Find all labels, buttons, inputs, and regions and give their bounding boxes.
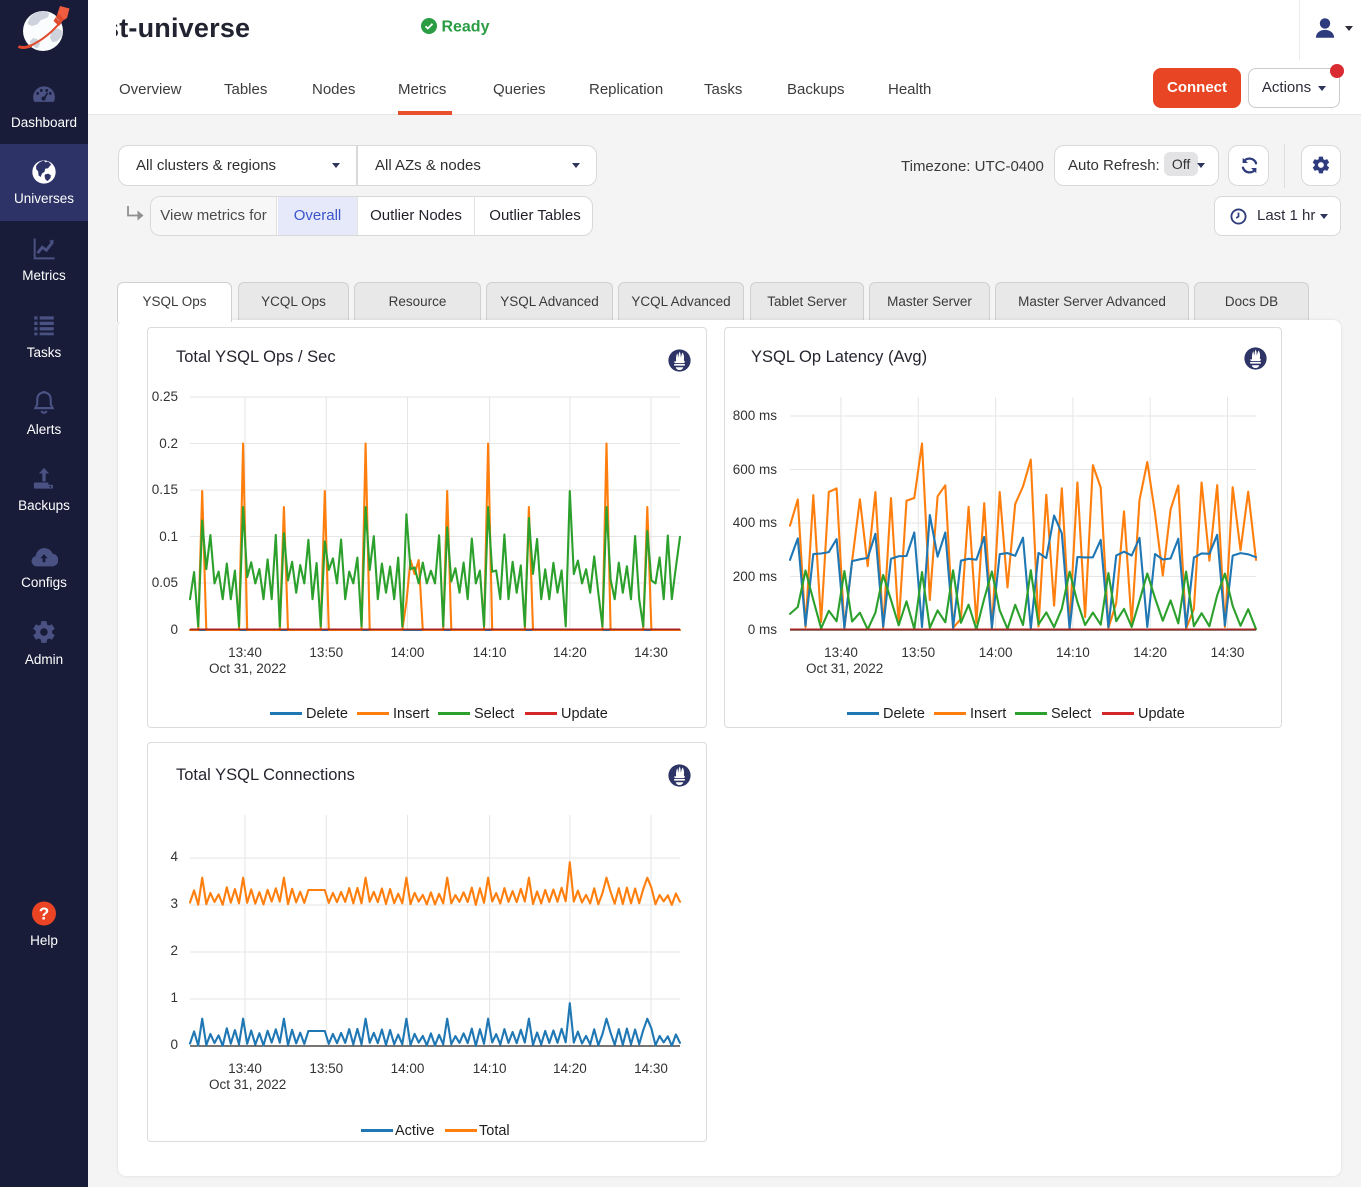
svg-text:?: ? — [39, 904, 50, 924]
